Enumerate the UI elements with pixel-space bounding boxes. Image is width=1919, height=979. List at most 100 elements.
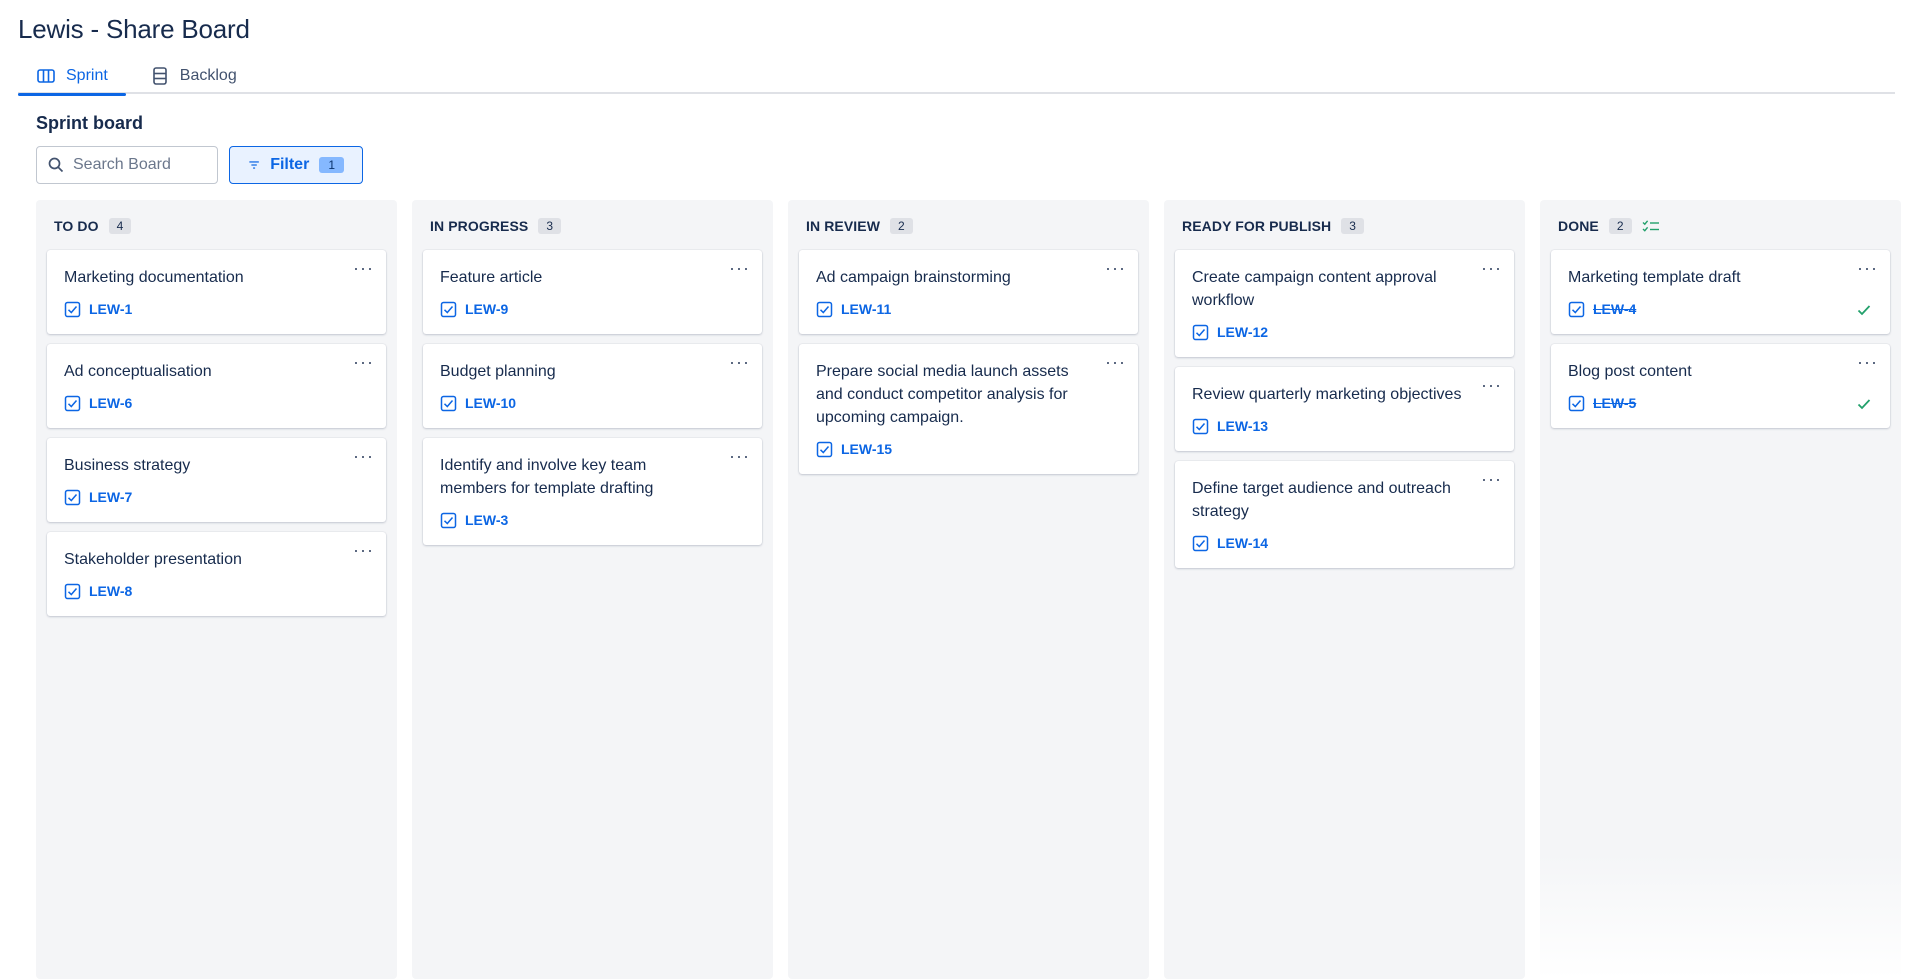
issue-card[interactable]: Budget planning ··· LEW-10: [423, 344, 762, 428]
column-todo: TO DO 4 Marketing documentation ··· LEW-…: [36, 200, 397, 979]
task-checkbox-icon: [816, 301, 833, 317]
card-title: Feature article: [440, 269, 543, 286]
issue-card[interactable]: Marketing template draft ··· LEW-4: [1551, 250, 1890, 334]
issue-card[interactable]: Feature article ··· LEW-9: [423, 250, 762, 334]
column-title: IN PROGRESS: [430, 218, 529, 234]
issue-key-link[interactable]: LEW-15: [841, 441, 892, 457]
more-actions-icon[interactable]: ···: [729, 259, 750, 277]
task-checkbox-icon: [64, 395, 81, 411]
issue-key-link[interactable]: LEW-10: [465, 395, 516, 411]
issue-key-link[interactable]: LEW-5: [1593, 395, 1636, 411]
issue-key-link[interactable]: LEW-3: [465, 512, 508, 528]
done-checklist-icon: [1642, 220, 1659, 232]
task-checkbox-icon: [1192, 535, 1209, 551]
more-actions-icon[interactable]: ···: [1857, 259, 1878, 277]
issue-card[interactable]: Business strategy ··· LEW-7: [47, 438, 386, 522]
task-checkbox-icon: [1568, 395, 1585, 411]
card-meta: LEW-14: [1192, 534, 1497, 552]
card-meta: LEW-9: [440, 300, 745, 318]
column-in-review: IN REVIEW 2 Ad campaign brainstorming ··…: [788, 200, 1149, 979]
card-meta: LEW-10: [440, 394, 745, 412]
board-columns-icon: [37, 69, 55, 83]
card-title: Create campaign content approval workflo…: [1192, 269, 1437, 309]
issue-key-link[interactable]: LEW-8: [89, 583, 132, 599]
tab-sprint[interactable]: Sprint: [18, 58, 126, 96]
task-checkbox-icon: [1192, 418, 1209, 434]
column-title: READY FOR PUBLISH: [1182, 218, 1332, 234]
card-meta: LEW-11: [816, 300, 1121, 318]
card-title: Ad conceptualisation: [64, 363, 212, 380]
issue-card[interactable]: Ad campaign brainstorming ··· LEW-11: [799, 250, 1138, 334]
issue-card[interactable]: Review quarterly marketing objectives ··…: [1175, 367, 1514, 451]
card-title: Marketing documentation: [64, 269, 244, 286]
card-title: Budget planning: [440, 363, 556, 380]
issue-card[interactable]: Stakeholder presentation ··· LEW-8: [47, 532, 386, 616]
column-header: TO DO 4: [47, 212, 386, 240]
column-count: 3: [1341, 218, 1364, 234]
card-title: Stakeholder presentation: [64, 551, 242, 568]
card-title: Review quarterly marketing objectives: [1192, 386, 1462, 403]
issue-card[interactable]: Blog post content ··· LEW-5: [1551, 344, 1890, 428]
more-actions-icon[interactable]: ···: [1105, 259, 1126, 277]
issue-key-link[interactable]: LEW-7: [89, 489, 132, 505]
more-actions-icon[interactable]: ···: [1105, 353, 1126, 371]
more-actions-icon[interactable]: ···: [353, 541, 374, 559]
done-check-icon: [1857, 399, 1871, 410]
issue-key-link[interactable]: LEW-4: [1593, 301, 1636, 317]
issue-key-link[interactable]: LEW-6: [89, 395, 132, 411]
column-header: IN PROGRESS 3: [423, 212, 762, 240]
task-checkbox-icon: [64, 301, 81, 317]
column-title: TO DO: [54, 218, 99, 234]
column-in-progress: IN PROGRESS 3 Feature article ··· LEW-9 …: [412, 200, 773, 979]
column-title: DONE: [1558, 218, 1599, 234]
tab-sprint-label: Sprint: [66, 67, 108, 84]
issue-key-link[interactable]: LEW-11: [841, 301, 891, 317]
task-checkbox-icon: [440, 301, 457, 317]
filter-button[interactable]: Filter 1: [229, 146, 363, 184]
task-checkbox-icon: [1192, 324, 1209, 340]
column-count: 2: [1608, 218, 1632, 234]
more-actions-icon[interactable]: ···: [353, 353, 374, 371]
task-checkbox-icon: [440, 512, 457, 528]
card-title: Marketing template draft: [1568, 269, 1741, 286]
more-actions-icon[interactable]: ···: [1481, 470, 1502, 488]
more-actions-icon[interactable]: ···: [1481, 259, 1502, 277]
board-page: Lewis - Share Board Sprint Backlog Sprin…: [0, 0, 1919, 979]
column-count: 3: [538, 218, 562, 234]
card-title: Ad campaign brainstorming: [816, 269, 1011, 286]
card-meta: LEW-15: [816, 440, 1121, 458]
search-icon: [48, 157, 64, 173]
more-actions-icon[interactable]: ···: [353, 259, 374, 277]
filter-count-badge: 1: [319, 157, 344, 173]
issue-key-link[interactable]: LEW-13: [1217, 418, 1268, 434]
issue-card[interactable]: Identify and involve key team members fo…: [423, 438, 762, 545]
more-actions-icon[interactable]: ···: [729, 353, 750, 371]
issue-key-link[interactable]: LEW-12: [1217, 324, 1268, 340]
more-actions-icon[interactable]: ···: [1857, 353, 1878, 371]
card-meta: LEW-13: [1192, 417, 1497, 435]
issue-card[interactable]: Marketing documentation ··· LEW-1: [47, 250, 386, 334]
card-title: Blog post content: [1568, 363, 1692, 380]
board-title: Sprint board: [36, 113, 143, 133]
more-actions-icon[interactable]: ···: [1481, 376, 1502, 394]
task-checkbox-icon: [64, 583, 81, 599]
issue-key-link[interactable]: LEW-9: [465, 301, 508, 317]
issue-card[interactable]: Ad conceptualisation ··· LEW-6: [47, 344, 386, 428]
column-header: DONE 2: [1551, 212, 1890, 240]
column-ready-for-publish: READY FOR PUBLISH 3 Create campaign cont…: [1164, 200, 1525, 979]
task-checkbox-icon: [816, 441, 833, 457]
more-actions-icon[interactable]: ···: [729, 447, 750, 465]
issue-card[interactable]: Create campaign content approval workflo…: [1175, 250, 1514, 357]
card-title: Business strategy: [64, 457, 191, 474]
tab-backlog[interactable]: Backlog: [132, 58, 255, 94]
task-checkbox-icon: [440, 395, 457, 411]
column-header: IN REVIEW 2: [799, 212, 1138, 240]
issue-key-link[interactable]: LEW-1: [89, 301, 132, 317]
backlog-list-icon: [152, 67, 167, 85]
issue-card[interactable]: Prepare social media launch assets and c…: [799, 344, 1138, 474]
column-count: 2: [890, 218, 913, 234]
issue-card[interactable]: Define target audience and outreach stra…: [1175, 461, 1514, 568]
more-actions-icon[interactable]: ···: [353, 447, 374, 465]
issue-key-link[interactable]: LEW-14: [1217, 535, 1268, 551]
search-input[interactable]: [73, 156, 203, 174]
